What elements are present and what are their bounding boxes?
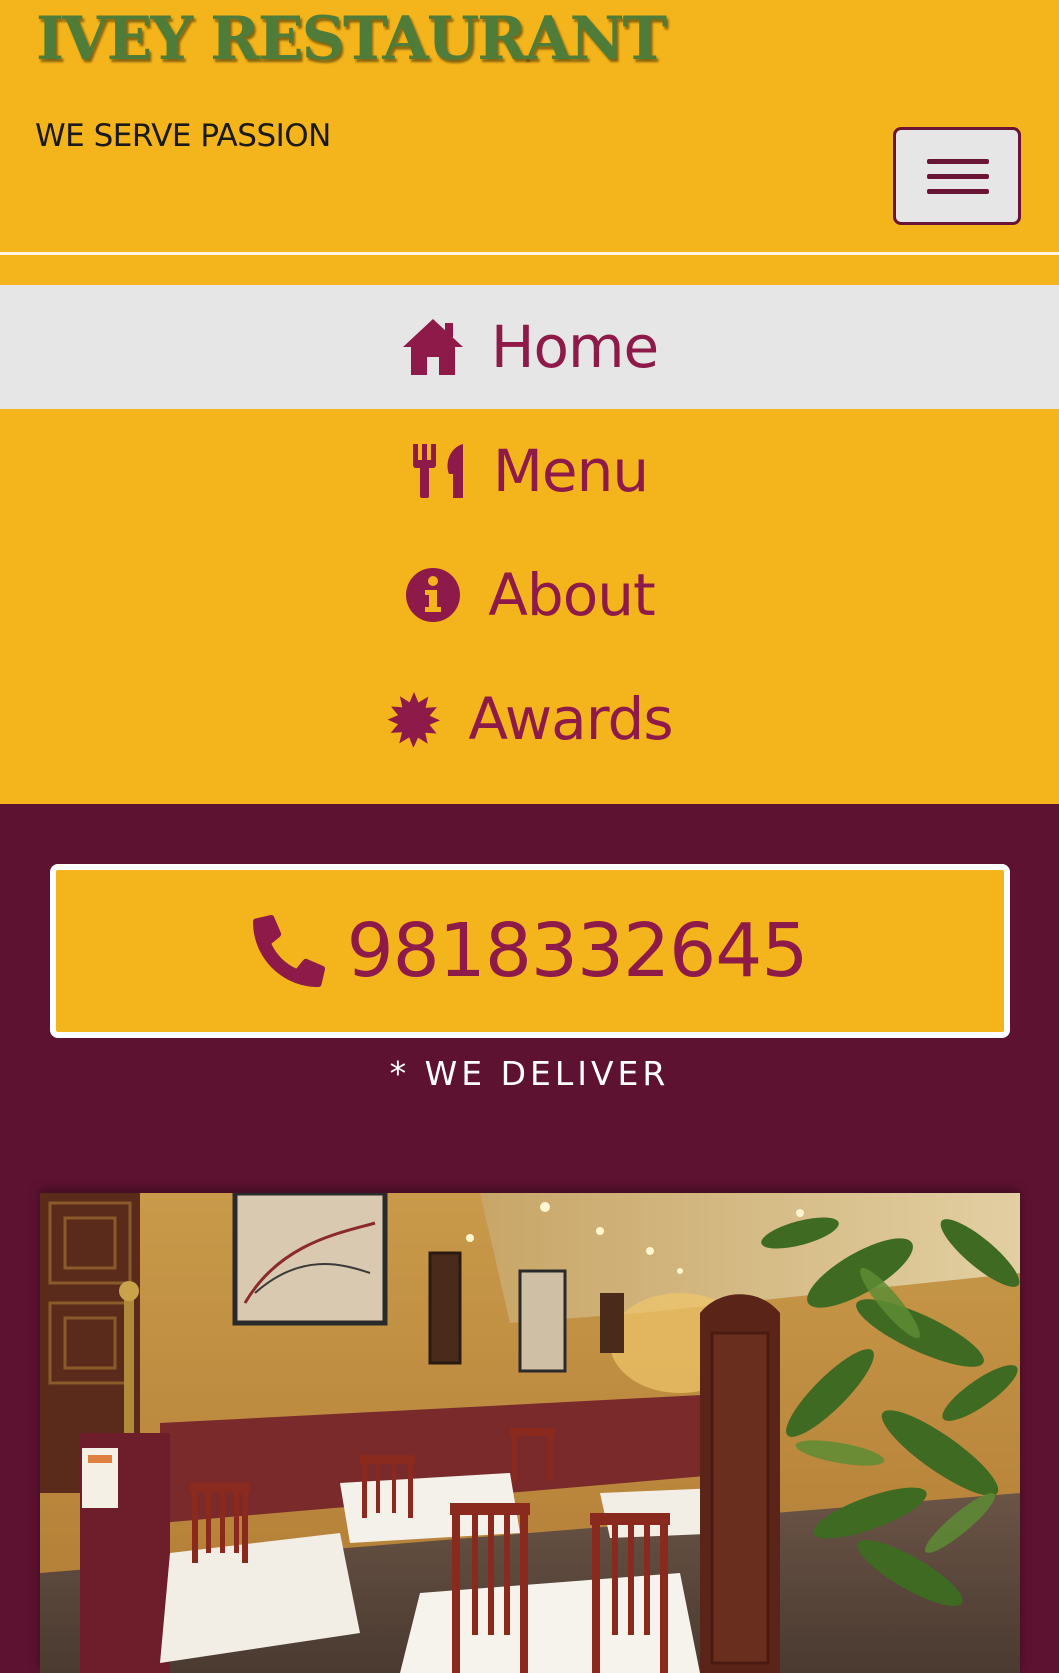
site-header: IVEY RESTAURANT WE SERVE PASSION — [0, 0, 1059, 285]
nav-item-awards[interactable]: Awards — [0, 657, 1059, 781]
utensils-icon — [411, 442, 467, 500]
header-divider — [0, 252, 1059, 255]
hamburger-icon — [927, 159, 989, 164]
restaurant-interior-image — [40, 1193, 1020, 1673]
info-icon — [404, 566, 462, 624]
hamburger-icon-bar — [927, 174, 989, 179]
certificate-icon — [386, 691, 442, 747]
phone-number: 9818332645 — [346, 908, 809, 994]
phone-icon — [252, 915, 325, 987]
hamburger-icon-bar — [927, 189, 989, 194]
nav-item-label: About — [488, 561, 655, 629]
call-button[interactable]: 9818332645 — [50, 864, 1010, 1038]
main-nav: Home Menu About Awards — [0, 285, 1059, 804]
nav-item-menu[interactable]: Menu — [0, 409, 1059, 533]
tagline: WE SERVE PASSION — [35, 118, 331, 154]
nav-item-label: Awards — [468, 685, 673, 753]
nav-item-home[interactable]: Home — [0, 285, 1059, 409]
delivery-note: * WE DELIVER — [389, 1054, 670, 1093]
nav-item-about[interactable]: About — [0, 533, 1059, 657]
home-icon — [401, 317, 465, 377]
brand-title[interactable]: IVEY RESTAURANT — [36, 4, 667, 74]
menu-toggle-button[interactable] — [893, 127, 1021, 225]
nav-item-label: Home — [490, 313, 659, 381]
nav-item-label: Menu — [492, 437, 649, 505]
